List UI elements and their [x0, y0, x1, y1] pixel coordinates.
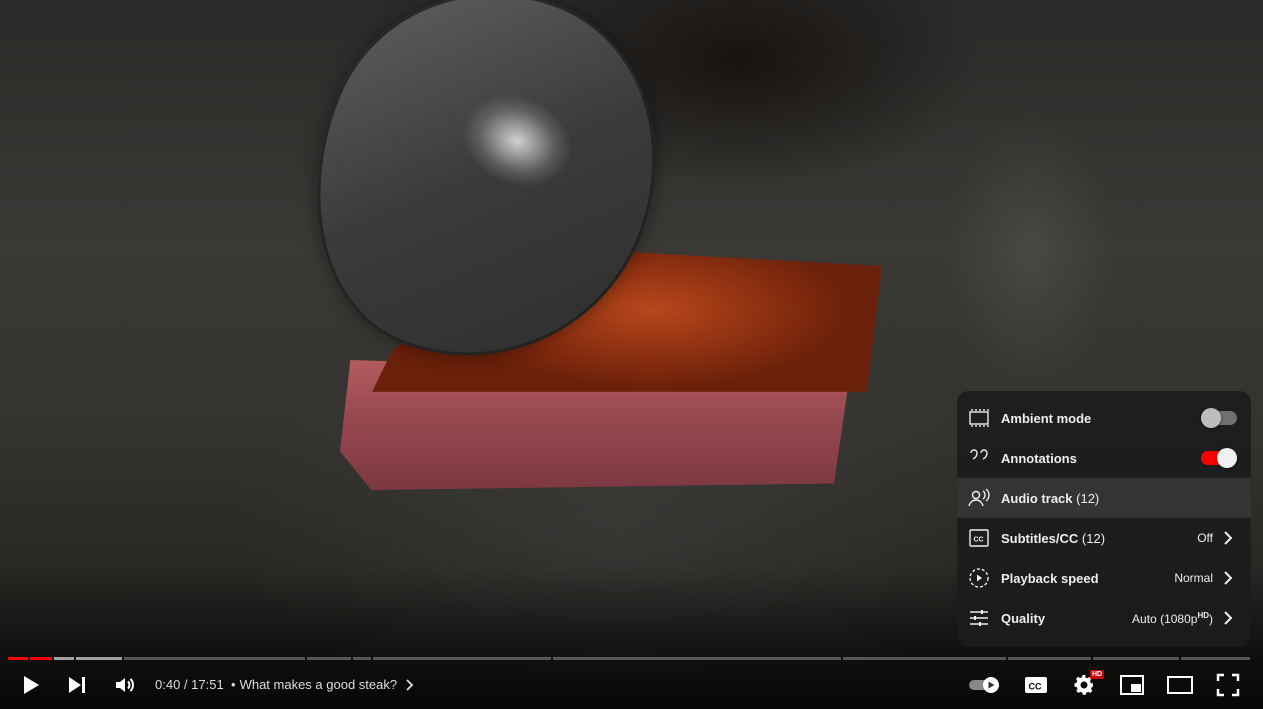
miniplayer-icon: [1120, 675, 1144, 695]
menu-label: Quality: [1001, 610, 1046, 626]
quality-icon: [967, 606, 991, 630]
quality-value: Auto (1080p: [1132, 611, 1198, 626]
chapter-segment[interactable]: [1008, 657, 1091, 660]
played-fill: [8, 657, 28, 660]
miniplayer-button[interactable]: [1110, 664, 1154, 706]
volume-icon: [116, 678, 134, 692]
menu-item-ambient-mode[interactable]: Ambient mode: [957, 398, 1251, 438]
ambient-mode-icon: [967, 406, 991, 430]
chevron-right-icon: [1223, 610, 1233, 626]
menu-item-audio-track[interactable]: Audio track (12): [957, 478, 1251, 518]
menu-item-quality[interactable]: Quality Auto (1080pHD): [957, 598, 1251, 638]
progress-bar[interactable]: [8, 657, 1252, 660]
audio-track-icon: [967, 486, 991, 510]
annotations-toggle[interactable]: [1201, 448, 1237, 468]
chevron-right-icon: [1223, 570, 1233, 586]
subtitles-count: (12): [1081, 530, 1106, 546]
separator: •: [231, 677, 236, 692]
next-button[interactable]: [55, 664, 99, 706]
toggle-knob: [1217, 448, 1237, 468]
svg-text:CC: CC: [1029, 682, 1042, 692]
chapter-title: What makes a good steak?: [239, 677, 398, 692]
playback-speed-icon: [967, 566, 991, 590]
duration: 17:51: [191, 677, 224, 692]
audio-track-count: (12): [1076, 490, 1100, 506]
played-fill: [30, 657, 52, 660]
ambient-mode-toggle[interactable]: [1201, 408, 1237, 428]
quality-value-suffix: ): [1209, 611, 1213, 626]
chapter-segment[interactable]: [553, 657, 841, 660]
menu-label: Subtitles/CC: [1001, 530, 1079, 546]
settings-menu: Ambient mode Annotations Audio track (12…: [957, 391, 1251, 647]
quality-hd-sup: HD: [1197, 610, 1209, 620]
chapter-segment[interactable]: [54, 657, 74, 660]
chapter-segment[interactable]: [373, 657, 551, 660]
svg-text:CC: CC: [974, 537, 984, 544]
volume-button[interactable]: [103, 664, 147, 706]
menu-label: Ambient mode: [1001, 410, 1092, 426]
toggle-knob: [1201, 408, 1221, 428]
chapter-segment[interactable]: [353, 657, 371, 660]
subtitles-icon: CC: [967, 526, 991, 550]
chapter-title-button[interactable]: • What makes a good steak?: [231, 677, 417, 692]
loaded-fill: [76, 657, 122, 660]
fullscreen-button[interactable]: [1206, 664, 1250, 706]
fullscreen-icon: [1216, 673, 1240, 697]
chapter-segment[interactable]: [124, 657, 305, 660]
autoplay-toggle[interactable]: [963, 664, 1007, 706]
chapter-segment[interactable]: [30, 657, 52, 660]
current-time: 0:40: [155, 677, 181, 692]
chapter-segment[interactable]: [1181, 657, 1250, 660]
menu-item-playback-speed[interactable]: Playback speed Normal: [957, 558, 1251, 598]
next-icon: [69, 677, 85, 693]
menu-label: Annotations: [1001, 450, 1077, 466]
annotations-icon: [967, 446, 991, 470]
video-player[interactable]: Ambient mode Annotations Audio track (12…: [0, 0, 1263, 709]
subtitles-value: Off: [1197, 531, 1213, 545]
controls-bar: 0:40 / 17:51 • What makes a good steak? …: [0, 664, 1263, 706]
loaded-fill: [54, 657, 74, 660]
chevron-right-icon: [406, 678, 414, 691]
theater-mode-button[interactable]: [1158, 664, 1202, 706]
chevron-right-icon: [1223, 530, 1233, 546]
menu-item-annotations[interactable]: Annotations: [957, 438, 1251, 478]
subtitles-icon: CC: [1025, 677, 1047, 693]
chapter-segment[interactable]: [307, 657, 351, 660]
menu-item-subtitles[interactable]: CC Subtitles/CC (12) Off: [957, 518, 1251, 558]
chapter-segment[interactable]: [1093, 657, 1179, 660]
menu-label: Playback speed: [1001, 570, 1099, 586]
playback-speed-value: Normal: [1174, 571, 1213, 585]
chapter-segment[interactable]: [843, 657, 1006, 660]
theater-mode-icon: [1167, 676, 1193, 694]
subtitles-button[interactable]: CC: [1014, 664, 1058, 706]
play-button[interactable]: [9, 664, 53, 706]
play-icon: [24, 676, 39, 694]
autoplay-toggle-icon: [969, 677, 999, 693]
chapter-segment[interactable]: [8, 657, 28, 660]
hd-badge: HD: [1090, 670, 1105, 679]
chapter-segment[interactable]: [76, 657, 122, 660]
menu-label: Audio track: [1001, 490, 1073, 506]
time-display: 0:40 / 17:51: [155, 677, 224, 692]
